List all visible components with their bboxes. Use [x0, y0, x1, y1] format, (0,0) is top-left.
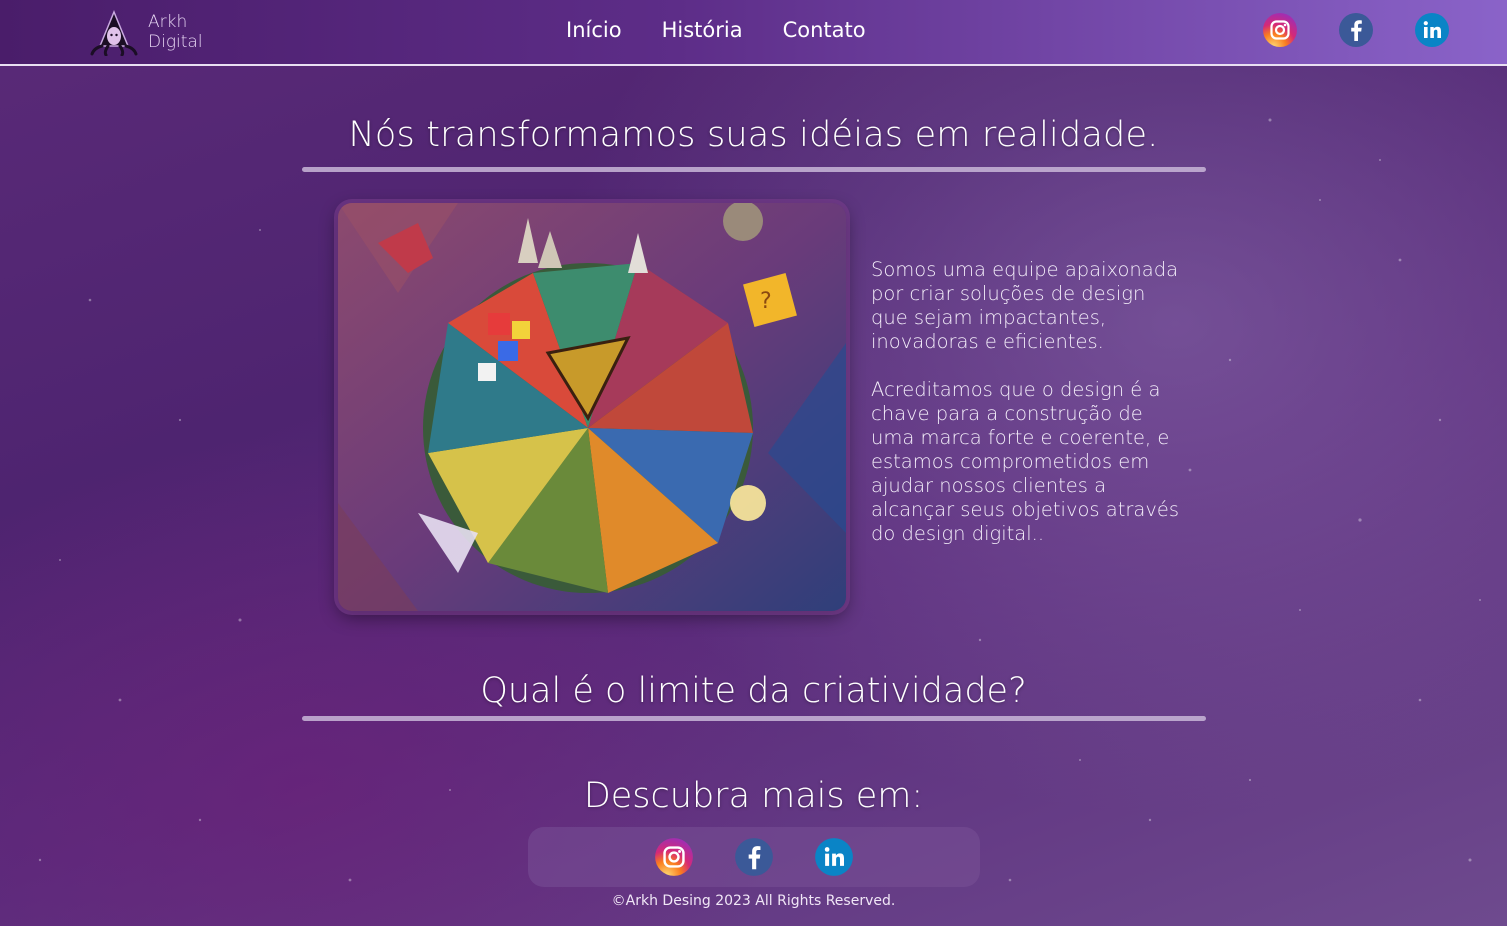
- nav-link-historia[interactable]: História: [662, 14, 743, 46]
- about-text: Somos uma equipe apaixonada por criar so…: [871, 258, 1186, 570]
- copyright-text: ©Arkh Desing 2023 All Rights Reserved.: [611, 893, 896, 909]
- divider-bottom: [302, 716, 1206, 721]
- creative-planet-illustration: ?: [338, 203, 846, 611]
- nav-link-contato[interactable]: Contato: [783, 14, 866, 46]
- instagram-icon[interactable]: [654, 837, 694, 877]
- main-nav: Início História Contato: [566, 14, 866, 46]
- svg-text:?: ?: [760, 289, 772, 314]
- divider-top: [302, 167, 1206, 172]
- facebook-icon[interactable]: [734, 837, 774, 877]
- brand-logo[interactable]: Arkh Digital: [88, 8, 218, 56]
- nav-link-inicio[interactable]: Início: [566, 14, 622, 46]
- instagram-icon[interactable]: [1262, 12, 1298, 48]
- brand-name: Arkh Digital: [148, 12, 203, 52]
- about-paragraph-1: Somos uma equipe apaixonada por criar so…: [871, 258, 1179, 353]
- brand-name-line2: Digital: [148, 32, 203, 52]
- facebook-icon[interactable]: [1338, 12, 1374, 48]
- hero-title: Nós transformamos suas idéias em realida…: [348, 115, 1159, 156]
- linkedin-icon[interactable]: [1414, 12, 1450, 48]
- creativity-question: Qual é o limite da criatividade?: [480, 671, 1027, 712]
- top-navbar: Arkh Digital Início História Contato: [0, 0, 1507, 66]
- footer-social-links: [654, 837, 854, 877]
- linkedin-icon[interactable]: [814, 837, 854, 877]
- discover-heading: Descubra mais em:: [583, 776, 924, 817]
- hero-image: ?: [338, 203, 846, 611]
- header-social-links: [1262, 12, 1450, 48]
- about-paragraph-2: Acreditamos que o design é a chave para …: [871, 378, 1180, 545]
- octopus-logo-icon: [90, 10, 138, 56]
- brand-name-line1: Arkh: [148, 12, 188, 32]
